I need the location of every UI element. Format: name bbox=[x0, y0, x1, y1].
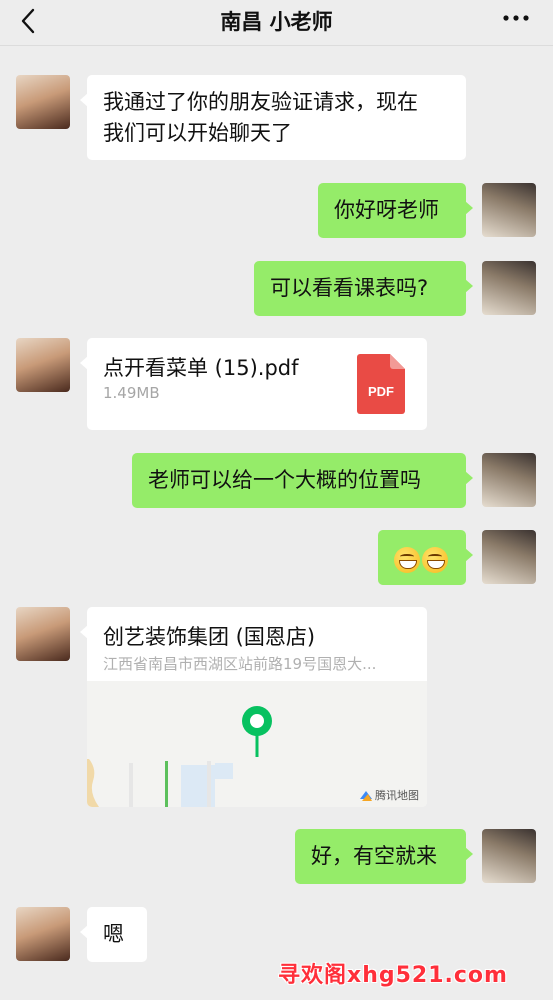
more-dots-icon[interactable] bbox=[501, 8, 531, 28]
grin-emoji-icon bbox=[394, 547, 420, 573]
message-bubble[interactable]: 你好呀老师 bbox=[318, 183, 473, 238]
message-text: 好，有空就来 bbox=[311, 844, 437, 868]
location-address: 江西省南昌市西湖区站前路19号国恩大... bbox=[103, 655, 377, 673]
watermark-text: 寻欢阁xhg521.com bbox=[278, 963, 508, 988]
avatar-contact[interactable] bbox=[16, 338, 70, 392]
avatar-self[interactable] bbox=[482, 829, 536, 883]
location-card[interactable]: 创艺装饰集团 (国恩店) 江西省南昌市西湖区站前路19号国恩大... 腾讯地图 bbox=[87, 607, 427, 807]
message-bubble[interactable]: 我通过了你的朋友验证请求，现在 我们可以开始聊天了 bbox=[80, 75, 466, 160]
message-text: 老师可以给一个大概的位置吗 bbox=[148, 468, 421, 492]
avatar-contact[interactable] bbox=[16, 907, 70, 961]
message-bubble[interactable]: 好，有空就来 bbox=[295, 829, 473, 884]
avatar-self[interactable] bbox=[482, 261, 536, 315]
message-text: 我们可以开始聊天了 bbox=[103, 121, 292, 145]
message-bubble[interactable]: 可以看看课表吗? bbox=[254, 261, 473, 316]
message-text: 可以看看课表吗? bbox=[270, 276, 429, 300]
avatar-self[interactable] bbox=[482, 453, 536, 507]
file-message-card[interactable]: 点开看菜单 (15).pdf 1.49MB PDF bbox=[80, 338, 427, 430]
file-name: 点开看菜单 (15).pdf bbox=[103, 356, 299, 380]
message-text: 我通过了你的朋友验证请求，现在 bbox=[103, 90, 418, 114]
tencent-map-icon bbox=[359, 791, 372, 801]
message-text: 嗯 bbox=[103, 922, 124, 946]
message-bubble[interactable]: 老师可以给一个大概的位置吗 bbox=[132, 453, 473, 508]
location-name: 创艺装饰集团 (国恩店) bbox=[103, 625, 316, 649]
chat-header: 南昌 小老师 bbox=[0, 0, 553, 46]
avatar-contact[interactable] bbox=[16, 75, 70, 129]
message-text: 你好呀老师 bbox=[334, 198, 439, 222]
map-credit: 腾讯地图 bbox=[359, 787, 419, 803]
grin-emoji-icon bbox=[422, 547, 448, 573]
avatar-contact[interactable] bbox=[16, 607, 70, 661]
message-bubble[interactable] bbox=[378, 530, 473, 585]
pdf-file-icon: PDF bbox=[357, 354, 405, 414]
location-map[interactable]: 腾讯地图 bbox=[87, 681, 427, 807]
chat-title: 南昌 小老师 bbox=[220, 10, 333, 34]
avatar-self[interactable] bbox=[482, 530, 536, 584]
pdf-icon-label: PDF bbox=[368, 384, 394, 399]
avatar-self[interactable] bbox=[482, 183, 536, 237]
location-message[interactable]: 创艺装饰集团 (国恩店) 江西省南昌市西湖区站前路19号国恩大... 腾讯地图 bbox=[80, 607, 427, 807]
file-size: 1.49MB bbox=[103, 384, 160, 402]
message-bubble[interactable]: 嗯 bbox=[80, 907, 147, 962]
